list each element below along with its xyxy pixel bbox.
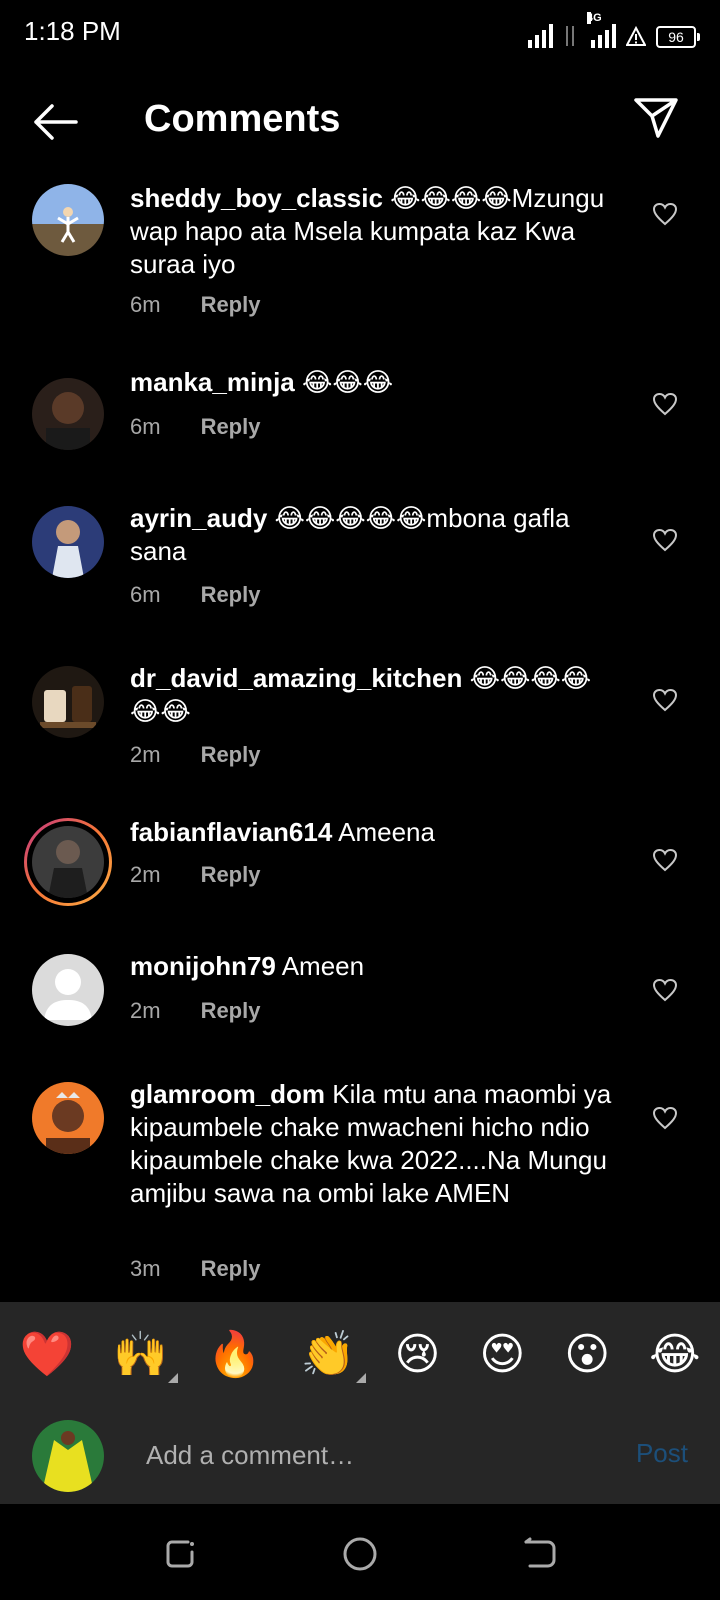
recent-apps-icon[interactable]	[160, 1534, 200, 1574]
avatar-default[interactable]	[32, 954, 104, 1026]
home-icon[interactable]	[340, 1534, 380, 1574]
comment-time: 2m	[130, 862, 161, 887]
comment-meta: 2m Reply	[130, 862, 260, 888]
header: Comments	[0, 80, 720, 164]
signal-icon	[528, 22, 553, 48]
comment-username[interactable]: glamroom_dom	[130, 1079, 325, 1109]
system-nav-bar	[0, 1504, 720, 1600]
like-heart-icon[interactable]	[652, 688, 678, 712]
warning-icon	[626, 26, 646, 46]
comment-text: sheddy_boy_classic 😂😂😂😂Mzungu wap hapo a…	[130, 182, 620, 281]
avatar[interactable]	[32, 1082, 104, 1154]
signal-4g-icon: 4G	[587, 12, 616, 48]
comment-text: ayrin_audy 😂😂😂😂😂mbona gafla sana	[130, 502, 620, 568]
avatar[interactable]	[32, 666, 104, 738]
reply-button[interactable]: Reply	[201, 414, 261, 440]
comment-text: glamroom_dom Kila mtu ana maombi ya kipa…	[130, 1078, 620, 1210]
avatar-story-ring[interactable]	[24, 818, 112, 906]
reply-button[interactable]: Reply	[201, 582, 261, 608]
reply-button[interactable]: Reply	[201, 1256, 261, 1282]
avatar[interactable]	[32, 184, 104, 256]
emoji-red-heart[interactable]: ❤️	[19, 1333, 74, 1377]
comment-content: Ameena	[338, 817, 435, 847]
comment-time: 2m	[130, 998, 161, 1023]
add-comment-input[interactable]	[144, 1434, 588, 1476]
comment-meta: 6m Reply	[130, 414, 260, 440]
comment-username[interactable]: dr_david_amazing_kitchen	[130, 663, 462, 693]
battery-icon: 96	[656, 26, 700, 48]
comment-content: Ameen	[281, 951, 365, 981]
comment-time: 3m	[130, 1256, 161, 1281]
emoji-reaction-bar: ❤️ 🙌 🔥 👏 😢 😍 😮 😂	[0, 1302, 720, 1408]
data-activity-icon	[563, 22, 577, 48]
send-icon[interactable]	[632, 96, 680, 140]
add-comment-bar: Post	[0, 1408, 720, 1504]
comment-username[interactable]: manka_minja	[130, 367, 295, 397]
like-heart-icon[interactable]	[652, 392, 678, 416]
comment-username[interactable]: fabianflavian614	[130, 817, 332, 847]
comment-meta: 2m Reply	[130, 998, 260, 1024]
back-nav-icon[interactable]	[520, 1534, 560, 1574]
comment-meta: 6m Reply	[130, 582, 260, 608]
status-icons: 4G 96	[528, 12, 700, 48]
comment-text: monijohn79 Ameen	[130, 950, 620, 983]
reply-button[interactable]: Reply	[201, 998, 261, 1024]
comment-text: fabianflavian614 Ameena	[130, 816, 620, 849]
comment-text: manka_minja 😂😂😂	[130, 366, 620, 399]
like-heart-icon[interactable]	[652, 528, 678, 552]
emoji-surprised-face[interactable]: 😮	[564, 1333, 610, 1377]
comment-meta: 6m Reply	[130, 292, 260, 318]
emoji-heart-eyes[interactable]: 😍	[479, 1333, 525, 1377]
comment-time: 6m	[130, 292, 161, 317]
comment-time: 6m	[130, 582, 161, 607]
like-heart-icon[interactable]	[652, 978, 678, 1002]
avatar[interactable]	[32, 506, 104, 578]
comment-meta: 2m Reply	[130, 742, 260, 768]
comment-content: 😂😂😂	[301, 367, 394, 397]
comment-username[interactable]: ayrin_audy	[130, 503, 267, 533]
like-heart-icon[interactable]	[652, 1106, 678, 1130]
reply-button[interactable]: Reply	[201, 862, 261, 888]
comment-text: dr_david_amazing_kitchen 😂😂😂😂😂😂	[130, 662, 620, 728]
network-type-label: 4G	[587, 12, 602, 24]
emoji-clapping-hands[interactable]: 👏	[301, 1333, 366, 1383]
comment-meta: 3m Reply	[130, 1256, 260, 1282]
reply-button[interactable]: Reply	[201, 742, 261, 768]
comment-time: 2m	[130, 742, 161, 767]
like-heart-icon[interactable]	[652, 202, 678, 226]
emoji-raising-hands[interactable]: 🙌	[113, 1333, 178, 1383]
emoji-fire[interactable]: 🔥	[207, 1333, 262, 1377]
status-bar: 1:18 PM 4G 96	[0, 0, 720, 64]
like-heart-icon[interactable]	[652, 848, 678, 872]
emoji-crying-face[interactable]: 😢	[395, 1333, 441, 1377]
comment-username[interactable]: monijohn79	[130, 951, 276, 981]
emoji-tears-of-joy[interactable]: 😂	[649, 1333, 700, 1377]
status-time: 1:18 PM	[24, 16, 121, 46]
current-user-avatar	[32, 1420, 104, 1492]
comment-username[interactable]: sheddy_boy_classic	[130, 183, 383, 213]
back-arrow-icon[interactable]	[30, 100, 80, 144]
reply-button[interactable]: Reply	[201, 292, 261, 318]
post-button[interactable]: Post	[636, 1438, 688, 1469]
comment-time: 6m	[130, 414, 161, 439]
page-title: Comments	[144, 98, 341, 140]
avatar[interactable]	[32, 378, 104, 450]
